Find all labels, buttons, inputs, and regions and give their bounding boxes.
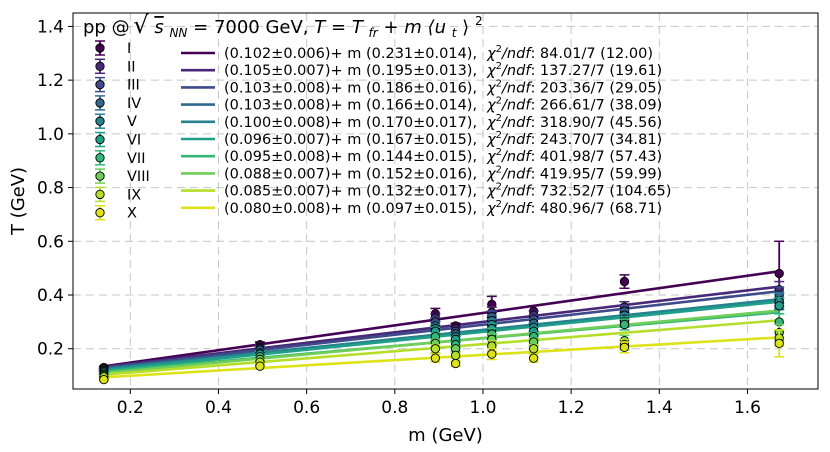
legend-fit-text: (0.100±0.008)+ m (0.170±0.017), χ2/ndf: 3… bbox=[224, 113, 662, 131]
x-tick-label: 1.2 bbox=[558, 398, 585, 418]
x-tick-label: 0.4 bbox=[205, 398, 232, 418]
y-tick-label: 1.4 bbox=[37, 17, 64, 37]
data-point bbox=[619, 276, 630, 287]
x-tick-label: 0.6 bbox=[293, 398, 320, 418]
legend-label-X: X bbox=[127, 206, 137, 222]
data-point bbox=[99, 374, 109, 385]
legend-label-IV: IV bbox=[127, 96, 141, 112]
legend-label-VII: VII bbox=[127, 151, 145, 167]
legend-marker bbox=[95, 98, 105, 108]
y-axis-label: T (GeV) bbox=[8, 167, 29, 236]
legend-label-I: I bbox=[127, 41, 131, 57]
data-point bbox=[430, 344, 441, 354]
y-tick-label: 1.2 bbox=[37, 71, 64, 91]
x-tick-label: 0.2 bbox=[117, 398, 144, 418]
legend-marker bbox=[95, 116, 105, 126]
legend-fit-text: (0.085±0.007)+ m (0.132±0.017), χ2/ndf: 7… bbox=[224, 182, 671, 200]
fit-line-V bbox=[103, 297, 780, 371]
legend-marker bbox=[95, 134, 105, 145]
legend-fit-text: (0.103±0.008)+ m (0.166±0.014), χ2/ndf: 2… bbox=[224, 96, 662, 114]
legend-label-IX: IX bbox=[127, 187, 141, 203]
y-tick-label: 0.6 bbox=[37, 232, 64, 252]
legend-label-III: III bbox=[127, 78, 140, 94]
legend-fit-text: (0.080±0.008)+ m (0.097±0.015), χ2/ndf: 4… bbox=[224, 199, 662, 217]
chart-title: pp @ √ s NN = 7000 GeV, T = T fr + m ⟨u … bbox=[83, 11, 483, 42]
data-point bbox=[774, 301, 784, 311]
legend-fit-text: (0.096±0.007)+ m (0.167±0.015), χ2/ndf: 2… bbox=[224, 130, 662, 148]
legend-marker bbox=[95, 79, 105, 90]
data-point bbox=[619, 319, 630, 330]
legend-fit-text: (0.103±0.008)+ m (0.186±0.016), χ2/ndf: 2… bbox=[224, 78, 662, 96]
legend-marker bbox=[95, 61, 105, 71]
x-axis-label: m (GeV) bbox=[408, 425, 483, 446]
legend-fits: (0.102±0.006)+ m (0.231±0.014), χ2/ndf: 8… bbox=[181, 44, 671, 217]
data-point bbox=[774, 338, 784, 348]
legend-marker bbox=[95, 153, 105, 163]
fit-lines bbox=[103, 270, 780, 379]
legend-fit-text: (0.095±0.008)+ m (0.144±0.015), χ2/ndf: 4… bbox=[224, 147, 662, 165]
legend-marker bbox=[95, 171, 105, 181]
fit-line-II bbox=[103, 285, 780, 369]
legend-label-VI: VI bbox=[127, 133, 141, 149]
fit-line-VI bbox=[103, 300, 780, 372]
data-point bbox=[450, 358, 461, 369]
data-point bbox=[529, 344, 539, 354]
data-point bbox=[430, 353, 441, 363]
legend-fit-text: (0.102±0.006)+ m (0.231±0.014), χ2/ndf: 8… bbox=[224, 44, 653, 62]
x-tick-label: 1.6 bbox=[734, 398, 761, 418]
x-tick-label: 1.0 bbox=[469, 398, 496, 418]
legend-marker bbox=[95, 43, 105, 53]
legend-marker bbox=[95, 189, 105, 200]
data-point bbox=[487, 349, 497, 359]
legend-label-VIII: VIII bbox=[127, 169, 150, 185]
legend-marker bbox=[95, 208, 105, 218]
data-point bbox=[774, 268, 784, 279]
data-point bbox=[529, 353, 539, 363]
data-point bbox=[450, 350, 461, 361]
chart: 0.2 0.4 0.6 0.8 1.0 1.2 1.4 1.6 0.2 0.4 0.6 0.8 1.0 1… bbox=[8, 11, 819, 446]
legend-points: IIIIIIIVVVIVIIVIIIIXX bbox=[95, 40, 150, 222]
legend-fit-text: (0.088±0.007)+ m (0.152±0.016), χ2/ndf: 4… bbox=[224, 164, 662, 182]
y-tick-label: 0.8 bbox=[37, 179, 64, 199]
y-tick-label: 0.2 bbox=[37, 340, 64, 360]
x-tick-label: 0.8 bbox=[381, 398, 408, 418]
y-tick-label: 1.0 bbox=[37, 125, 64, 145]
legend-label-V: V bbox=[127, 114, 137, 130]
data-point bbox=[255, 361, 265, 371]
data-point bbox=[619, 342, 630, 353]
y-tick-label: 0.4 bbox=[37, 286, 64, 306]
x-tick-label: 1.4 bbox=[646, 398, 673, 418]
legend-fit-text: (0.105±0.007)+ m (0.195±0.013), χ2/ndf: 1… bbox=[224, 61, 662, 79]
legend-label-II: II bbox=[127, 59, 136, 75]
